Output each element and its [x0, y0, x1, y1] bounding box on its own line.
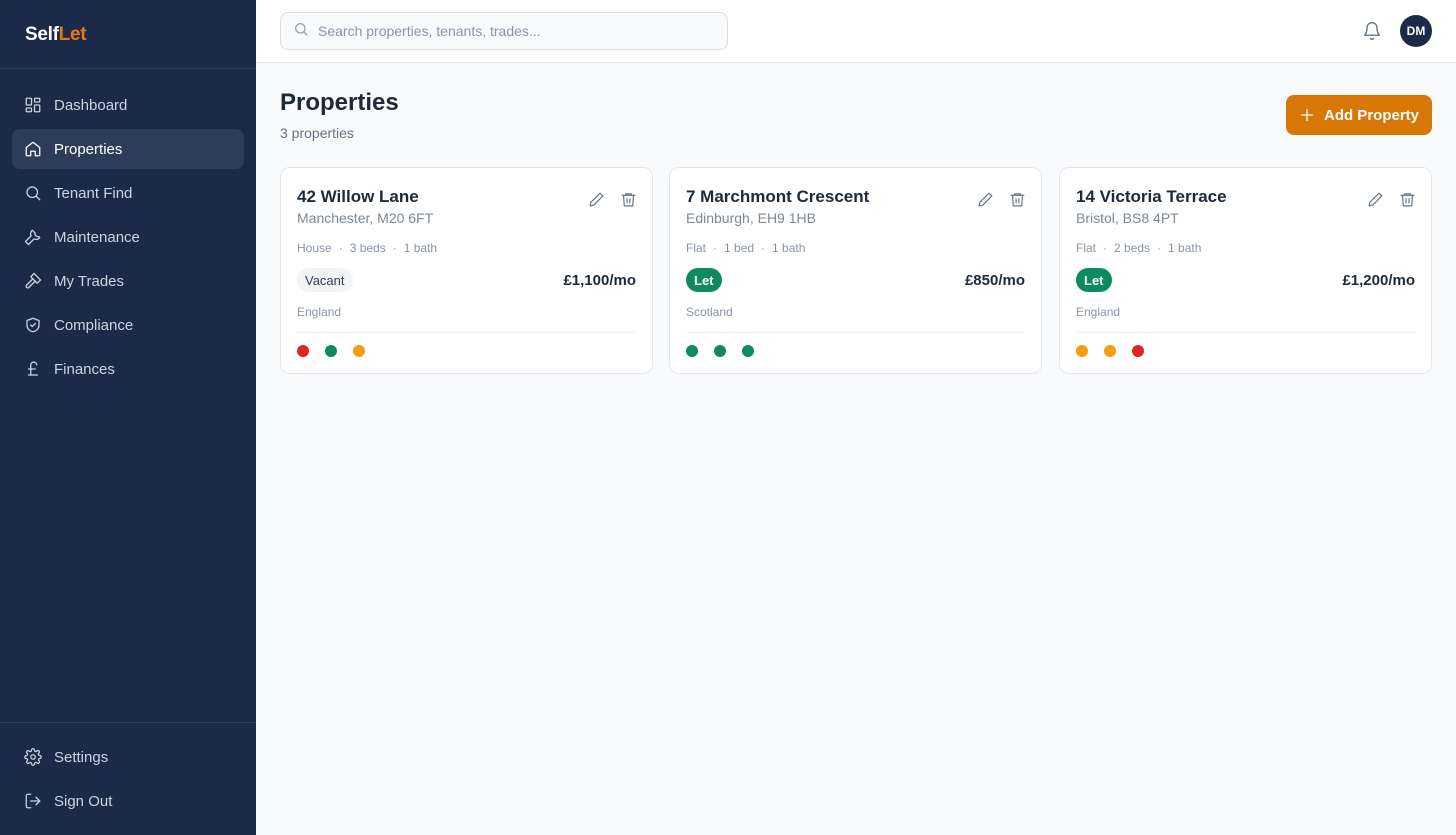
status-dot	[297, 345, 309, 357]
status-badge: Let	[686, 268, 722, 292]
property-region: Scotland	[686, 305, 733, 319]
shield-check-icon	[24, 316, 42, 334]
edit-icon[interactable]	[586, 189, 606, 209]
compliance-indicators	[686, 345, 770, 357]
sidebar-item-maintenance[interactable]: Maintenance	[12, 217, 244, 257]
property-card[interactable]: 7 Marchmont Crescent Edinburgh, EH9 1HB …	[669, 167, 1042, 374]
sidebar-item-sign-out[interactable]: Sign Out	[12, 781, 244, 821]
sidebar-item-settings[interactable]: Settings	[12, 737, 244, 777]
status-dot	[686, 345, 698, 357]
sidebar-item-tenant-find[interactable]: Tenant Find	[12, 173, 244, 213]
search-input[interactable]	[318, 23, 718, 39]
gear-icon	[24, 748, 42, 766]
status-dot	[1076, 345, 1088, 357]
property-name: 7 Marchmont Crescent	[686, 187, 870, 206]
card-actions	[963, 189, 1027, 209]
card-actions	[1353, 189, 1417, 209]
sidebar-nav: Dashboard Properties Tenant Find Mainten…	[0, 69, 256, 389]
property-beds: 1 bed	[724, 241, 755, 255]
trash-icon[interactable]	[1397, 189, 1417, 209]
sidebar-item-label: Settings	[54, 748, 109, 766]
status-badge: Vacant	[297, 268, 353, 292]
card-divider	[297, 332, 636, 333]
search-box[interactable]	[280, 12, 728, 50]
property-type: Flat	[686, 241, 707, 255]
property-rent: £1,200/mo	[1342, 272, 1415, 289]
card-divider	[686, 332, 1025, 333]
sidebar-item-label: Sign Out	[54, 792, 113, 810]
status-dot	[1132, 345, 1144, 357]
sidebar: SelfLet Dashboard Properties Tenant Find…	[0, 0, 256, 835]
property-name: 42 Willow Lane	[297, 187, 419, 206]
property-card[interactable]: 42 Willow Lane Manchester, M20 6FT House…	[280, 167, 653, 374]
sidebar-item-finances[interactable]: Finances	[12, 349, 244, 389]
property-meta: Flat · 2 beds · 1 bath	[1076, 241, 1202, 255]
compliance-indicators	[297, 345, 381, 357]
status-dot	[742, 345, 754, 357]
bell-icon[interactable]	[1362, 21, 1382, 41]
hammer-icon	[24, 272, 42, 290]
avatar[interactable]: DM	[1400, 15, 1432, 47]
plus-icon	[1300, 109, 1313, 121]
card-divider	[1076, 332, 1415, 333]
sidebar-item-label: Maintenance	[54, 228, 140, 246]
status-dot	[1104, 345, 1116, 357]
compliance-indicators	[1076, 345, 1160, 357]
property-beds: 2 beds	[1114, 241, 1151, 255]
property-meta: Flat · 1 bed · 1 bath	[686, 241, 806, 255]
sidebar-item-label: My Trades	[54, 272, 125, 290]
property-baths: 1 bath	[403, 241, 438, 255]
status-dot	[325, 345, 337, 357]
property-rent: £850/mo	[964, 272, 1025, 289]
app-logo[interactable]: SelfLet	[0, 0, 256, 69]
dashboard-icon	[24, 96, 42, 114]
sidebar-item-label: Tenant Find	[54, 184, 133, 202]
sidebar-item-label: Compliance	[54, 316, 134, 334]
edit-icon[interactable]	[1365, 189, 1385, 209]
add-property-label: Add Property	[1323, 106, 1419, 124]
logo-text-let: Let	[58, 24, 87, 45]
search-icon	[24, 184, 42, 202]
sidebar-item-label: Properties	[54, 140, 123, 158]
property-type: House	[297, 241, 332, 255]
trash-icon[interactable]	[1007, 189, 1027, 209]
property-baths: 1 bath	[772, 241, 806, 255]
sidebar-item-label: Dashboard	[54, 96, 128, 114]
property-beds: 3 beds	[349, 241, 386, 255]
edit-icon[interactable]	[975, 189, 995, 209]
sidebar-item-properties[interactable]: Properties	[12, 129, 244, 169]
status-dot	[714, 345, 726, 357]
status-dot	[353, 345, 365, 357]
home-icon	[24, 140, 42, 158]
sidebar-item-label: Finances	[54, 360, 115, 378]
sidebar-item-my-trades[interactable]: My Trades	[12, 261, 244, 301]
property-address: Bristol, BS8 4PT	[1076, 210, 1179, 226]
property-count: 3 properties	[280, 125, 354, 141]
sign-out-icon	[24, 792, 42, 810]
status-badge: Let	[1076, 268, 1112, 292]
property-rent: £1,100/mo	[563, 272, 636, 289]
sidebar-item-dashboard[interactable]: Dashboard	[12, 85, 244, 125]
property-type: Flat	[1076, 241, 1097, 255]
page-title: Properties	[280, 89, 399, 116]
property-baths: 1 bath	[1168, 241, 1202, 255]
property-name: 14 Victoria Terrace	[1076, 187, 1227, 206]
search-icon	[293, 21, 309, 42]
top-bar: DM	[256, 0, 1456, 63]
sidebar-item-compliance[interactable]: Compliance	[12, 305, 244, 345]
add-property-button[interactable]: Add Property	[1286, 95, 1432, 135]
sidebar-bottom: Settings Sign Out	[0, 722, 256, 835]
property-region: England	[297, 305, 342, 319]
property-address: Manchester, M20 6FT	[297, 210, 434, 226]
trash-icon[interactable]	[618, 189, 638, 209]
card-actions	[574, 189, 638, 209]
property-meta: House · 3 beds · 1 bath	[297, 241, 438, 255]
property-address: Edinburgh, EH9 1HB	[686, 210, 816, 226]
wrench-icon	[24, 228, 42, 246]
logo-text-self: Self	[25, 24, 59, 45]
pound-icon	[24, 360, 42, 378]
property-region: England	[1076, 305, 1121, 319]
property-card[interactable]: 14 Victoria Terrace Bristol, BS8 4PT Fla…	[1059, 167, 1432, 374]
